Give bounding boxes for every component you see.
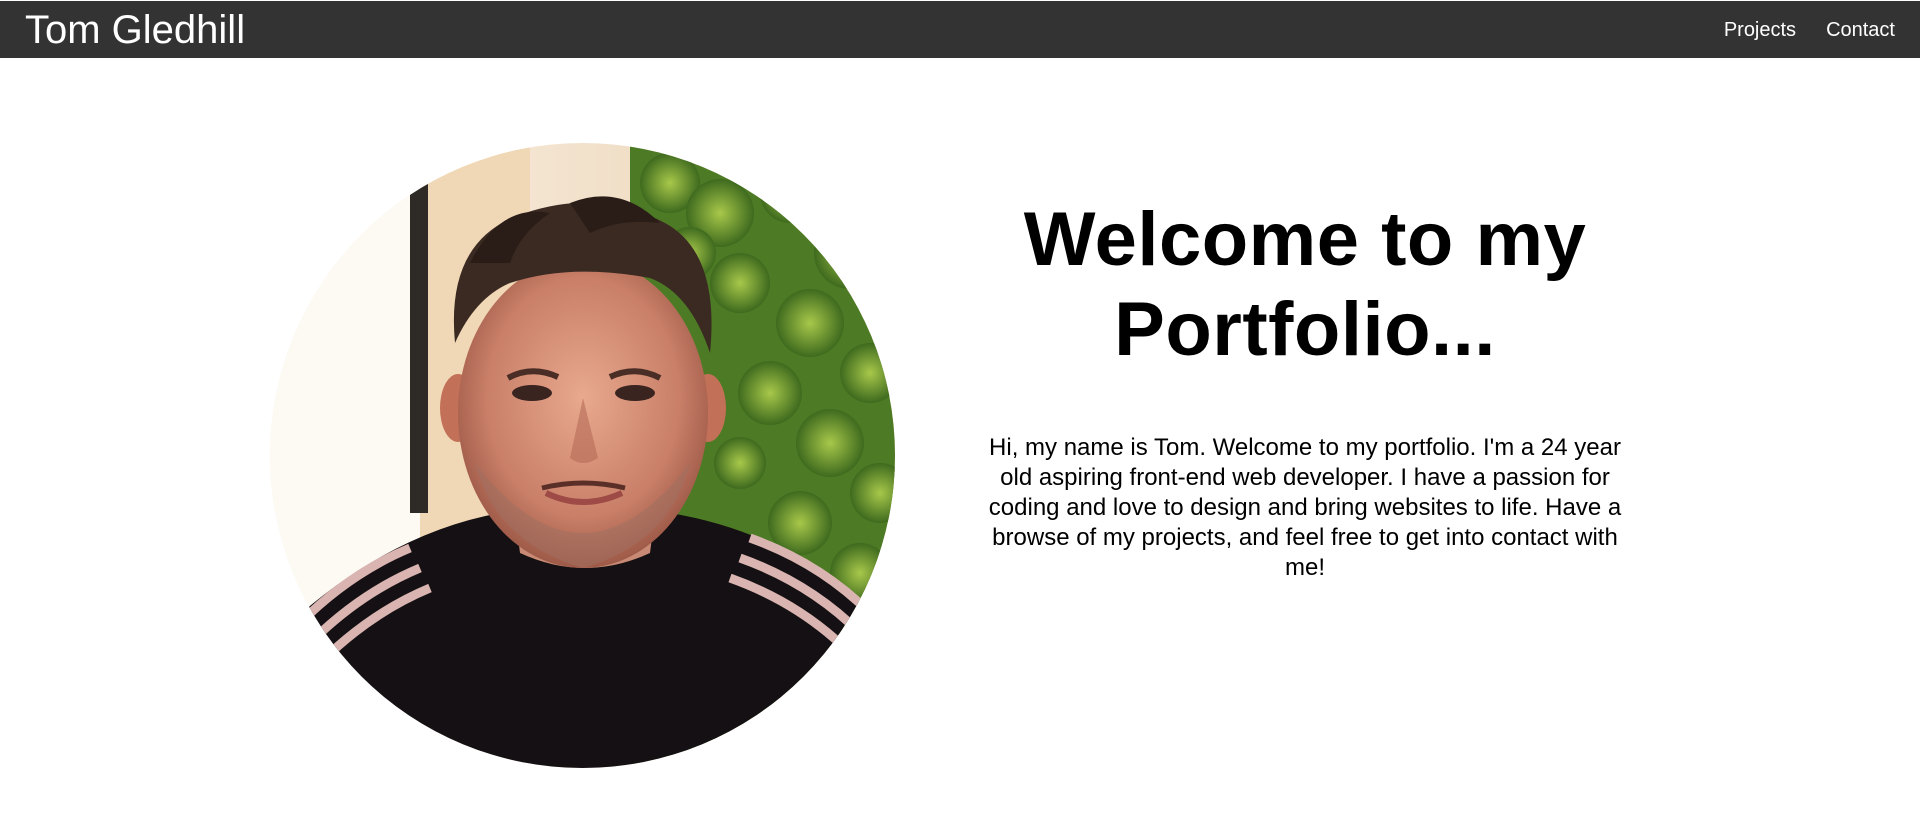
navbar: Tom Gledhill Projects Contact [0, 0, 1920, 58]
nav-link-contact[interactable]: Contact [1826, 19, 1895, 42]
page-title: Welcome to my Portfolio... [1023, 197, 1587, 372]
intro-text: Hi, my name is Tom. Welcome to my portfo… [988, 434, 1622, 581]
nav-link-projects[interactable]: Projects [1724, 19, 1796, 42]
profile-photo [270, 143, 895, 768]
intro-section: Welcome to my Portfolio... Hi, my name i… [960, 195, 1650, 583]
nav-links: Projects Contact [1724, 1, 1895, 59]
brand-link[interactable]: Tom Gledhill [25, 5, 245, 55]
